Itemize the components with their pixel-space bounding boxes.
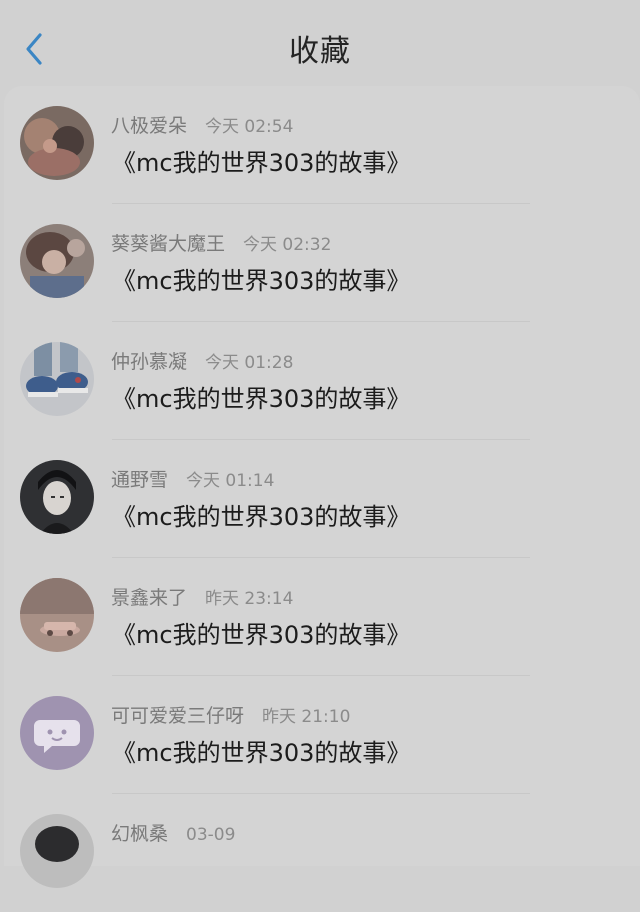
sender-name: 仲孙慕凝 今天 01:28 (111, 351, 294, 373)
message-text: 《mc我的世界303的故事》 (112, 739, 411, 767)
message-text: 《mc我的世界303的故事》 (112, 149, 411, 177)
list-item[interactable]: 葵葵酱大魔王 今天 02:32 《mc我的世界303的故事》 (4, 204, 640, 322)
sender-name: 八极爱朵 今天 02:54 (111, 115, 294, 137)
nav-bar: 收藏 (0, 0, 640, 86)
sender-name: 幻枫桑 03-09 (111, 823, 236, 845)
list-item[interactable]: 八极爱朵 今天 02:54 《mc我的世界303的故事》 (4, 86, 640, 204)
timestamp: 今天 02:32 (243, 235, 332, 255)
sender-name: 可可爱爱三仔呀 昨天 21:10 (111, 705, 351, 727)
page-title: 收藏 (289, 34, 351, 69)
timestamp: 今天 01:28 (205, 353, 294, 373)
list-item[interactable]: 可可爱爱三仔呀 昨天 21:10 《mc我的世界303的故事》 (4, 676, 640, 794)
avatar[interactable] (20, 342, 94, 416)
timestamp: 今天 01:14 (186, 471, 275, 491)
list-item[interactable]: 景鑫来了 昨天 23:14 《mc我的世界303的故事》 (4, 558, 640, 676)
avatar[interactable] (20, 696, 94, 770)
avatar[interactable] (20, 106, 94, 180)
timestamp: 昨天 23:14 (205, 589, 294, 609)
timestamp: 昨天 21:10 (262, 707, 351, 727)
list-item[interactable]: 幻枫桑 03-09 (4, 794, 640, 912)
avatar[interactable] (20, 578, 94, 652)
favorites-list: 八极爱朵 今天 02:54 《mc我的世界303的故事》 葵葵酱大魔王 今天 02:… (4, 86, 640, 888)
timestamp: 今天 02:54 (205, 117, 294, 137)
timestamp: 03-09 (186, 825, 236, 845)
message-text: 《mc我的世界303的故事》 (112, 503, 411, 531)
message-text: 《mc我的世界303的故事》 (112, 621, 411, 649)
avatar[interactable] (20, 460, 94, 534)
message-text: 《mc我的世界303的故事》 (112, 267, 411, 295)
sender-name: 景鑫来了 昨天 23:14 (111, 587, 294, 609)
sender-name: 葵葵酱大魔王 今天 02:32 (111, 233, 332, 255)
sender-name: 通野雪 今天 01:14 (111, 469, 275, 491)
avatar[interactable] (20, 814, 94, 888)
list-item[interactable]: 通野雪 今天 01:14 《mc我的世界303的故事》 (4, 440, 640, 558)
avatar[interactable] (20, 224, 94, 298)
list-item[interactable]: 仲孙慕凝 今天 01:28 《mc我的世界303的故事》 (4, 322, 640, 440)
message-text: 《mc我的世界303的故事》 (112, 385, 411, 413)
